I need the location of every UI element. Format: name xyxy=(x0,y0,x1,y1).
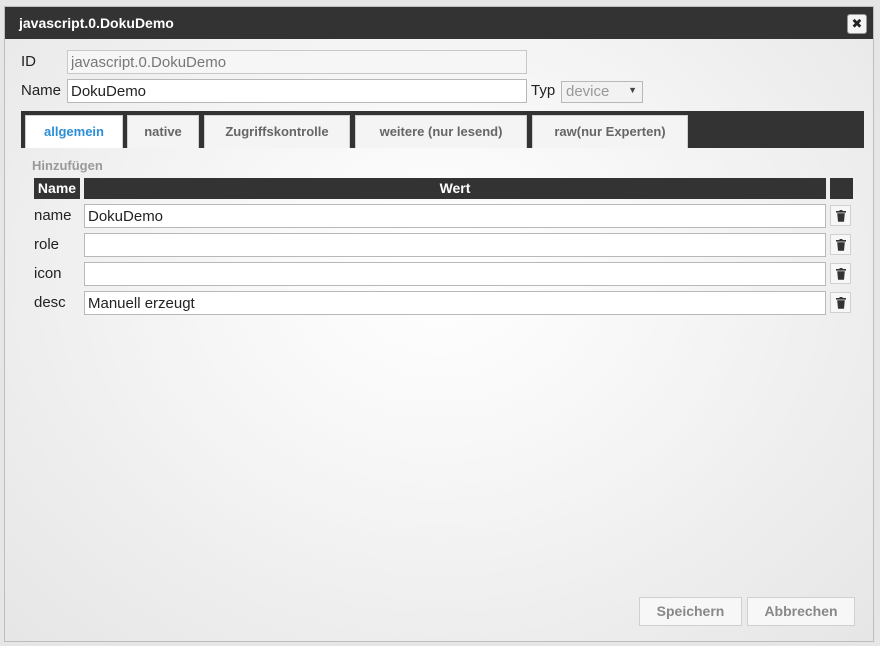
name-label: Name xyxy=(21,82,62,99)
tab-zugriffskontrolle[interactable]: Zugriffskontrolle xyxy=(204,115,350,148)
value-input-role[interactable] xyxy=(84,233,826,257)
row-label-name: name xyxy=(34,207,72,224)
chevron-down-icon: ▼ xyxy=(628,85,637,95)
close-icon: ✖ xyxy=(851,16,863,31)
trash-icon xyxy=(836,210,846,222)
delete-button-role[interactable] xyxy=(830,234,851,255)
value-input-desc[interactable] xyxy=(84,291,826,315)
add-field-label[interactable]: Hinzufügen xyxy=(32,158,103,173)
delete-button-name[interactable] xyxy=(830,205,851,226)
tab-raw[interactable]: raw(nur Experten) xyxy=(532,115,688,148)
id-field[interactable] xyxy=(67,50,527,74)
row-label-desc: desc xyxy=(34,294,66,311)
typ-select[interactable]: device ▼ xyxy=(561,81,643,103)
save-button[interactable]: Speichern xyxy=(639,597,742,626)
delete-button-icon[interactable] xyxy=(830,263,851,284)
name-field[interactable] xyxy=(67,79,527,103)
trash-icon xyxy=(836,268,846,280)
row-label-icon: icon xyxy=(34,265,62,282)
column-header-value: Wert xyxy=(84,178,826,199)
delete-button-desc[interactable] xyxy=(830,292,851,313)
value-input-name[interactable] xyxy=(84,204,826,228)
close-button[interactable]: ✖ xyxy=(847,14,867,34)
cancel-button[interactable]: Abbrechen xyxy=(747,597,855,626)
object-edit-dialog: javascript.0.DokuDemo ✖ ID Name Typ devi… xyxy=(4,6,874,642)
trash-icon xyxy=(836,239,846,251)
typ-select-value: device xyxy=(566,83,610,100)
trash-icon xyxy=(836,297,846,309)
dialog-titlebar[interactable]: javascript.0.DokuDemo ✖ xyxy=(5,7,873,39)
tab-weitere[interactable]: weitere (nur lesend) xyxy=(355,115,527,148)
tab-bar: allgemein native Zugriffskontrolle weite… xyxy=(21,111,864,148)
column-header-name: Name xyxy=(34,178,80,199)
typ-label: Typ xyxy=(531,82,556,99)
row-label-role: role xyxy=(34,236,60,253)
tab-allgemein[interactable]: allgemein xyxy=(25,115,123,148)
dialog-title: javascript.0.DokuDemo xyxy=(19,15,174,31)
value-input-icon[interactable] xyxy=(84,262,826,286)
column-header-action xyxy=(830,178,853,199)
tab-native[interactable]: native xyxy=(127,115,199,148)
id-label: ID xyxy=(21,53,36,70)
